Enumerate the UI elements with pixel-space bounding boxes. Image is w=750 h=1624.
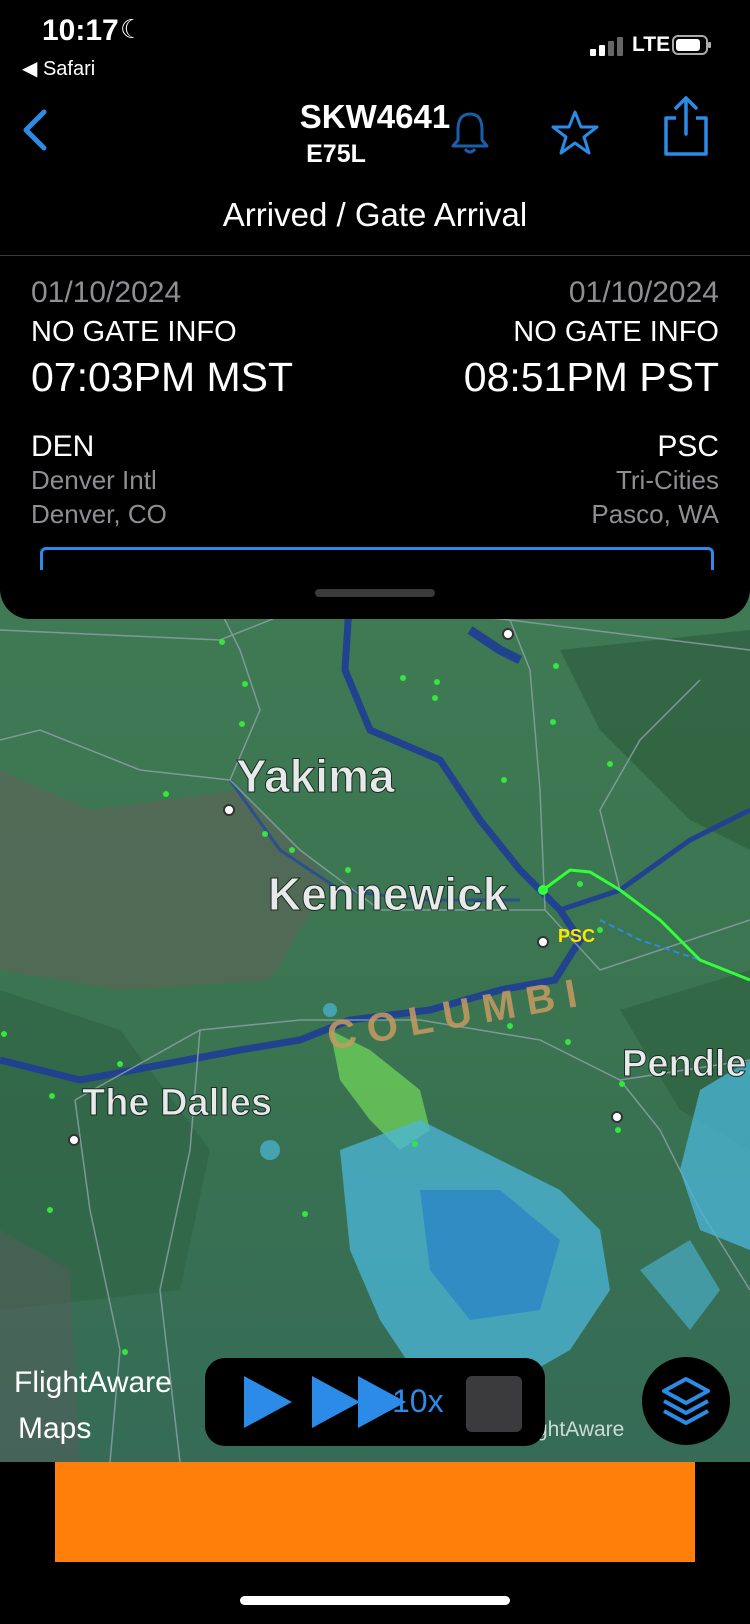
signal-icon (590, 37, 623, 56)
flight-progress-bar (40, 547, 714, 570)
departure-gate: NO GATE INFO (31, 316, 237, 348)
sheet-drag-handle[interactable] (315, 589, 435, 597)
play-icon[interactable] (240, 1372, 296, 1432)
arrival-gate: NO GATE INFO (513, 316, 719, 348)
network-type: LTE (632, 33, 671, 56)
flight-card[interactable]: 01/10/2024 NO GATE INFO 07:03PM MST DEN … (0, 256, 750, 619)
bell-icon[interactable] (448, 108, 492, 156)
flight-map[interactable]: Moses Lake Yakima Kennewick The Dalles P… (0, 590, 750, 1462)
map-label-the-dalles: The Dalles (82, 1082, 272, 1124)
flight-status: Arrived / Gate Arrival (222, 196, 528, 233)
back-to-safari[interactable]: ◀ Safari (22, 56, 95, 81)
playback-speed[interactable]: 10x (392, 1383, 444, 1420)
arrival-date: 01/10/2024 (568, 276, 719, 309)
departure-code: DEN (31, 430, 95, 463)
arrival-airport: Tri-Cities (615, 465, 719, 495)
layers-icon (662, 1377, 710, 1425)
ad-banner[interactable] (55, 1462, 695, 1562)
map-label-yakima: Yakima (236, 750, 395, 802)
status-time: 10:17 (42, 14, 119, 47)
battery-icon (672, 35, 711, 55)
star-icon[interactable] (550, 108, 600, 158)
arrival-city: Pasco, WA (591, 499, 719, 529)
stop-button[interactable] (466, 1376, 522, 1432)
departure-city: Denver, CO (31, 499, 167, 529)
share-icon[interactable] (660, 94, 712, 158)
moon-icon: ☾ (120, 14, 144, 44)
apple-maps-logo: Maps (18, 1412, 91, 1446)
flight-id: SKW4641 (299, 98, 451, 135)
flightaware-logo: FlightAware (14, 1366, 172, 1399)
arrival-time: 08:51PM PST (463, 354, 719, 400)
layers-button[interactable] (642, 1357, 730, 1445)
map-label-kennewick: Kennewick (268, 868, 509, 920)
arrival-code: PSC (657, 430, 719, 463)
departure-date: 01/10/2024 (31, 276, 182, 309)
departure-airport: Denver Intl (31, 465, 157, 495)
map-label-psc: PSC (558, 926, 595, 946)
maps-label: Maps (18, 1412, 92, 1445)
departure-time: 07:03PM MST (31, 354, 294, 400)
map-label-pendleton: Pendle (622, 1043, 747, 1085)
home-indicator[interactable] (240, 1596, 510, 1605)
attribution-text: ghtAware (536, 1418, 625, 1441)
